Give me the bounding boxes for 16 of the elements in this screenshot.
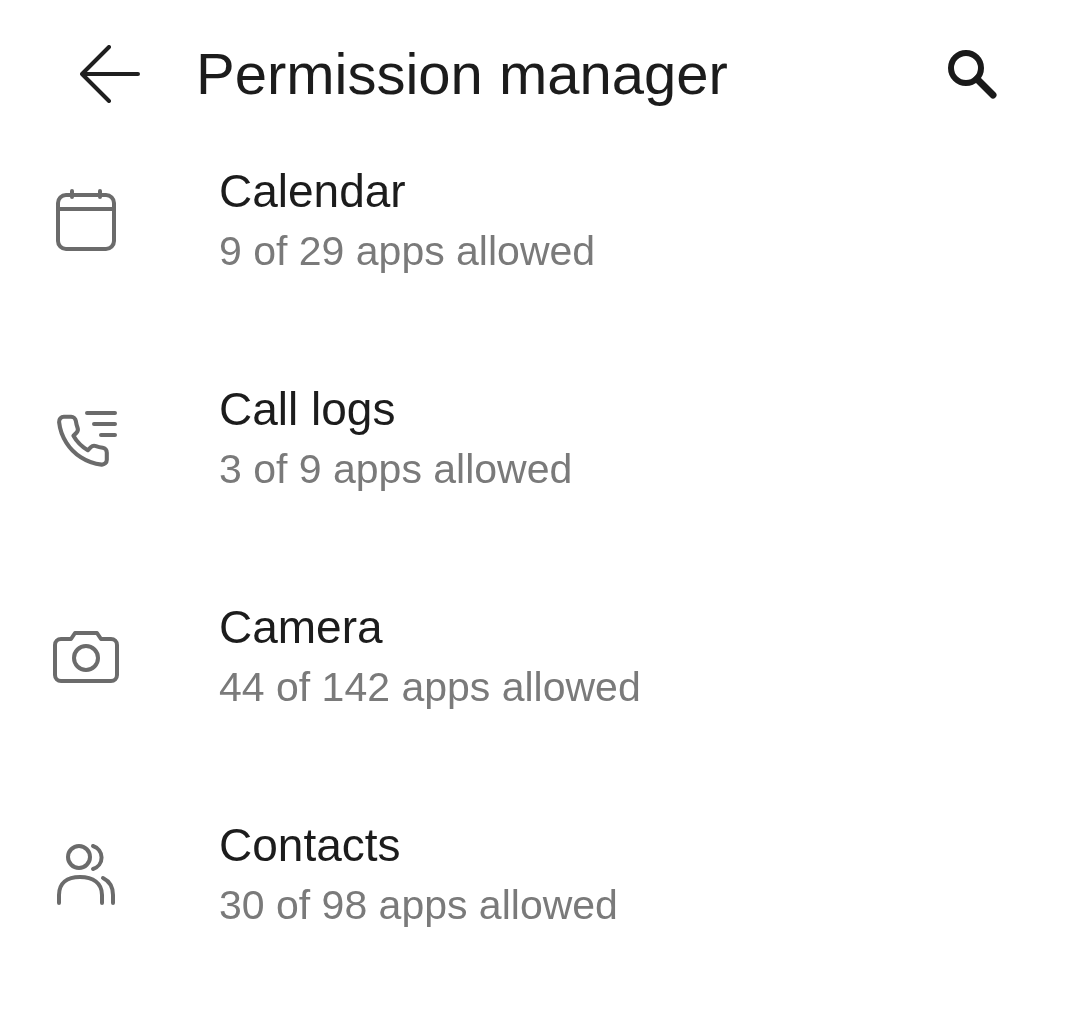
allowed-apps-count: 3 of 9 apps allowed xyxy=(219,444,573,494)
back-button[interactable] xyxy=(80,44,140,103)
contacts-icon xyxy=(56,843,116,905)
back-arrow-icon xyxy=(80,44,140,103)
search-icon xyxy=(946,47,998,100)
permission-name[interactable]: Call logs xyxy=(219,379,396,438)
search-button[interactable] xyxy=(946,47,998,100)
permission-name[interactable]: Contacts xyxy=(219,815,401,874)
permission-name[interactable]: Calendar xyxy=(219,161,406,220)
permission-name[interactable]: Camera xyxy=(219,597,383,656)
allowed-apps-count: 9 of 29 apps allowed xyxy=(219,226,596,276)
calendar-icon xyxy=(56,189,116,251)
allowed-apps-count: 30 of 98 apps allowed xyxy=(219,880,618,930)
allowed-apps-count: 44 of 142 apps allowed xyxy=(219,662,641,712)
camera-icon xyxy=(53,629,119,683)
page-title: Permission manager xyxy=(196,39,728,108)
